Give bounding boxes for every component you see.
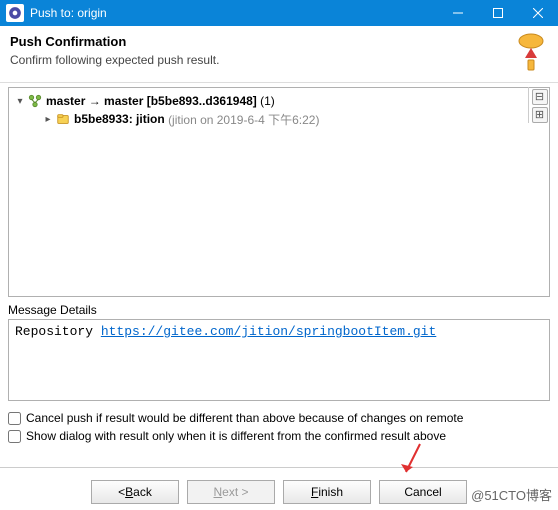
branch-label: master → master	[46, 94, 143, 108]
repo-url-link[interactable]: https://gitee.com/jition/springbootItem.…	[101, 324, 436, 339]
branch-icon	[27, 93, 43, 109]
commit-range: [b5be893..d361948]	[147, 94, 257, 108]
watermark: @51CTO博客	[469, 485, 554, 504]
commit-message: jition	[136, 112, 165, 126]
page-title: Push Confirmation	[10, 34, 514, 49]
commit-hash: b5be8933:	[74, 112, 133, 126]
tree-commit-row[interactable]: b5be8933: jition (jition on 2019-6-4 下午6…	[13, 110, 545, 128]
collapse-all-button[interactable]: ⊟	[532, 89, 548, 105]
cancel-button[interactable]: Cancel	[379, 480, 467, 504]
finish-button[interactable]: Finish	[283, 480, 371, 504]
page-subtitle: Confirm following expected push result.	[10, 53, 514, 67]
cancel-push-checkbox[interactable]	[8, 412, 21, 425]
expander-icon[interactable]	[41, 114, 55, 125]
tree-toolbar: ⊟ ⊞	[528, 87, 550, 123]
repo-prefix: Repository	[15, 324, 101, 339]
cancel-push-label: Cancel push if result would be different…	[26, 411, 463, 425]
next-button: Next >	[187, 480, 275, 504]
annotation-arrow	[398, 442, 428, 482]
tree-branch-row[interactable]: master → master [b5be893..d361948] (1)	[13, 92, 545, 110]
expand-all-button[interactable]: ⊞	[532, 107, 548, 123]
commit-icon	[55, 111, 71, 127]
minimize-button[interactable]	[438, 0, 478, 26]
message-details-box[interactable]: Repository https://gitee.com/jition/spri…	[8, 319, 550, 401]
show-dialog-label: Show dialog with result only when it is …	[26, 429, 446, 443]
commit-meta: (jition on 2019-6-4 下午6:22)	[168, 111, 319, 128]
window-title: Push to: origin	[30, 6, 438, 20]
dialog-header: Push Confirmation Confirm following expe…	[0, 26, 558, 83]
back-button[interactable]: < Back	[91, 480, 179, 504]
separator	[0, 467, 558, 468]
push-icon	[514, 32, 548, 72]
push-result-tree[interactable]: master → master [b5be893..d361948] (1) b…	[8, 87, 550, 297]
show-dialog-checkbox-row[interactable]: Show dialog with result only when it is …	[8, 427, 550, 445]
commit-count: (1)	[260, 94, 275, 108]
expander-icon[interactable]	[13, 96, 27, 107]
message-details-label: Message Details	[8, 303, 550, 317]
titlebar: Push to: origin	[0, 0, 558, 26]
show-dialog-checkbox[interactable]	[8, 430, 21, 443]
close-button[interactable]	[518, 0, 558, 26]
cancel-push-checkbox-row[interactable]: Cancel push if result would be different…	[8, 409, 550, 427]
maximize-button[interactable]	[478, 0, 518, 26]
app-icon	[6, 4, 24, 22]
